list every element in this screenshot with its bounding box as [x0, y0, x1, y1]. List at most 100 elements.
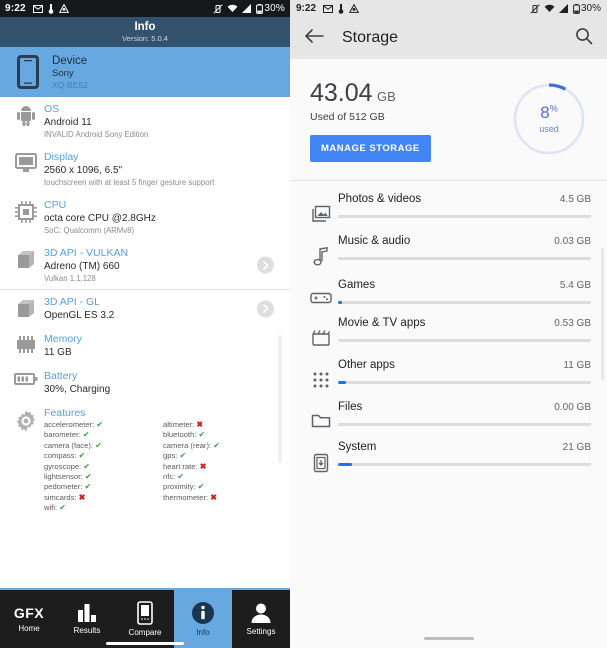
storage-category-progress-bar: [338, 381, 591, 384]
search-icon[interactable]: [575, 27, 593, 50]
storage-category-row[interactable]: Movie & TV apps 0.53 GB: [290, 305, 607, 347]
display-icon: [8, 150, 44, 188]
nav-label: Home: [18, 624, 40, 633]
info-row-memory: Memory 11 GB: [0, 327, 290, 364]
device-manufacturer: Sony: [52, 67, 74, 79]
feature-item: proximity: ✔: [163, 482, 282, 492]
status-bar-battery-percent: 30%: [264, 3, 285, 14]
info-row-title: OS: [44, 103, 60, 115]
features-right-column: altimeter: ✖ bluetooth: ✔ camera (rear): ✔…: [163, 420, 282, 514]
device-model: XQ-BE52: [52, 79, 88, 90]
feature-item: compass: ✔: [44, 451, 163, 461]
feature-item: bluetooth: ✔: [163, 430, 282, 440]
feature-item: barometer: ✔: [44, 430, 163, 440]
feature-unsupported-icon: ✖: [199, 461, 207, 471]
storage-category-size: 0.53 GB: [554, 318, 591, 329]
storage-category-row[interactable]: Photos & videos 4.5 GB: [290, 181, 607, 223]
storage-category-row[interactable]: Other apps 11 GB: [290, 347, 607, 389]
storage-category-row[interactable]: System 21 GB: [290, 429, 607, 473]
bottom-navigation: GFX Home Results Compare Info Settings: [0, 588, 290, 648]
app-bar: Info Version: 5.0.4: [0, 17, 290, 47]
feature-item: pedometer: ✔: [44, 482, 163, 492]
feature-name: simcards:: [44, 492, 79, 502]
storage-category-size: 21 GB: [562, 442, 591, 453]
person-icon: [251, 603, 271, 623]
phone-icon: [10, 55, 46, 89]
mail-icon: [32, 4, 43, 13]
chevron-right-icon[interactable]: [257, 300, 274, 317]
feature-supported-icon: ✔: [84, 482, 92, 492]
feature-item: gps: ✔: [163, 451, 282, 461]
storage-category-body: Music & audio 0.03 GB: [338, 235, 591, 267]
feature-item: heart rate: ✖: [163, 462, 282, 472]
scrollbar[interactable]: [278, 335, 282, 463]
status-bar: 9:22 30%: [0, 0, 290, 17]
storage-category-progress-bar: [338, 215, 591, 218]
nav-label: Settings: [246, 627, 276, 636]
status-bar-left-icons: [32, 3, 69, 14]
feature-supported-icon: ✔: [95, 440, 102, 450]
info-row-body: 3D API - VULKAN Adreno (TM) 660 Vulkan 1…: [44, 246, 282, 284]
storage-summary-text: 43.04 GB Used of 512 GB MANAGE STORAGE: [310, 77, 511, 162]
feature-supported-icon: ✔: [78, 451, 86, 461]
feature-name: barometer:: [44, 430, 83, 440]
nav-label: Results: [73, 626, 101, 635]
feature-unsupported-icon: ✖: [78, 492, 86, 502]
storage-category-row[interactable]: Files 0.00 GB: [290, 389, 607, 429]
info-row-display: Display 2560 x 1096, 6.5" touchscreen wi…: [0, 145, 290, 193]
storage-category-name: Music & audio: [338, 235, 411, 247]
info-row-note: INVALID Android Sony Edition: [44, 130, 149, 139]
status-bar-time: 9:22: [296, 3, 317, 14]
info-row-vulkan[interactable]: 3D API - VULKAN Adreno (TM) 660 Vulkan 1…: [0, 241, 290, 289]
cube-icon: [8, 295, 44, 322]
storage-category-size: 5.4 GB: [559, 280, 591, 291]
storage-total-label: Used of 512 GB: [310, 111, 385, 123]
device-card[interactable]: Device Sony XQ-BE52: [0, 47, 290, 97]
nav-item-settings[interactable]: Settings: [232, 590, 290, 648]
storage-category-head: Photos & videos 4.5 GB: [338, 193, 591, 205]
storage-category-size: 0.03 GB: [554, 236, 591, 247]
feature-item: gyroscope: ✔: [44, 462, 163, 472]
feature-supported-icon: ✔: [213, 440, 220, 450]
feature-name: nfc:: [163, 472, 178, 482]
status-bar-time: 9:22: [5, 3, 26, 14]
back-arrow-icon[interactable]: [304, 28, 324, 49]
storage-category-progress-bar: [338, 423, 591, 426]
feature-supported-icon: ✔: [96, 420, 104, 429]
info-row-body: 3D API - GL OpenGL ES 3.2: [44, 295, 282, 322]
info-row-body: Memory 11 GB: [44, 332, 282, 359]
storage-category-progress-bar: [338, 257, 591, 260]
storage-category-body: Photos & videos 4.5 GB: [338, 193, 591, 223]
nav-label: Info: [196, 628, 210, 637]
feature-item: altimeter: ✖: [163, 420, 282, 430]
info-row-value: octa core CPU @2.8GHz: [44, 213, 156, 224]
info-row-value: Android 11: [44, 117, 92, 128]
storage-category-head: Movie & TV apps 0.53 GB: [338, 317, 591, 329]
info-row-title: Display: [44, 151, 79, 163]
storage-category-progress-bar: [338, 301, 591, 304]
feature-name: gps:: [163, 451, 180, 461]
feature-name: bluetooth:: [163, 430, 199, 440]
storage-category-row[interactable]: Music & audio 0.03 GB: [290, 223, 607, 267]
nav-item-compare[interactable]: Compare: [116, 590, 174, 648]
feature-item: thermometer: ✖: [163, 493, 282, 503]
storage-summary: 43.04 GB Used of 512 GB MANAGE STORAGE 8…: [290, 59, 607, 181]
info-row-gl[interactable]: 3D API - GL OpenGL ES 3.2: [0, 289, 290, 327]
nav-item-home[interactable]: GFX Home: [0, 590, 58, 648]
feature-item: camera (face): ✔: [44, 441, 163, 451]
manage-storage-button[interactable]: MANAGE STORAGE: [310, 135, 431, 162]
vibrate-off-icon: [213, 3, 223, 14]
info-row-body: Display 2560 x 1096, 6.5" touchscreen wi…: [44, 150, 282, 188]
feature-name: compass:: [44, 451, 79, 461]
features-body: Features accelerometer: ✔ barometer: ✔ cam…: [44, 406, 282, 514]
nav-item-info[interactable]: Info: [174, 590, 232, 648]
battery-icon: [573, 3, 580, 14]
status-bar-right-icons: [213, 3, 264, 14]
storage-category-row[interactable]: Games 5.4 GB: [290, 267, 607, 305]
chevron-right-icon[interactable]: [257, 256, 274, 274]
nav-item-results[interactable]: Results: [58, 590, 116, 648]
feature-supported-icon: ✔: [179, 451, 187, 461]
app-icon: [58, 4, 69, 13]
info-row-note: SoC: Qualcomm (ARMv8): [44, 226, 135, 235]
scrollbar[interactable]: [601, 248, 604, 380]
